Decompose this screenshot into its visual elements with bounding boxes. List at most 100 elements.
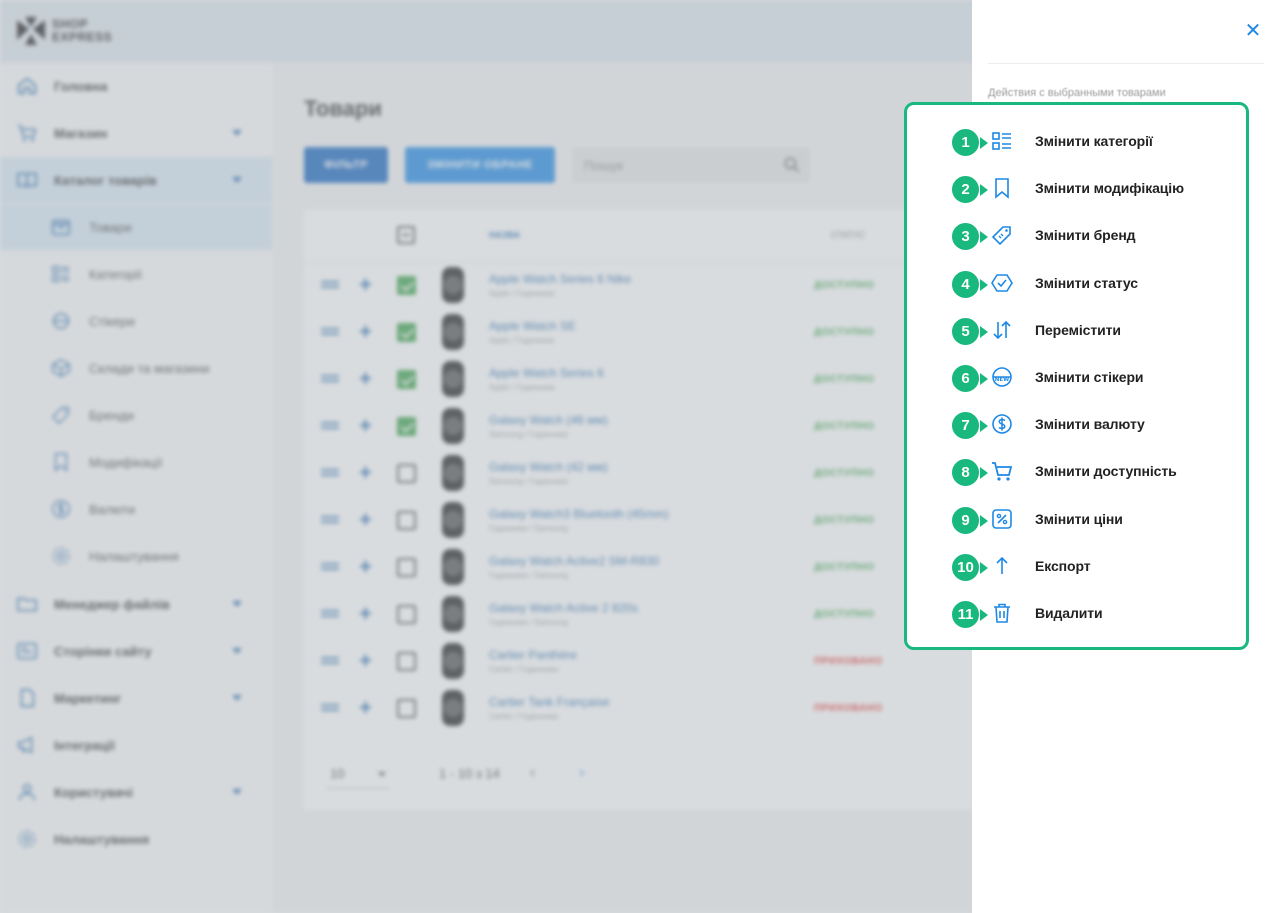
table-row[interactable]: + Cartier Tank Française Cartier / Годинни… bbox=[304, 685, 972, 732]
column-name[interactable]: НАЗВА bbox=[489, 230, 520, 240]
sidebar-item[interactable]: Сторінки сайту bbox=[0, 628, 272, 674]
search-input[interactable]: Пошук bbox=[572, 147, 810, 183]
product-name[interactable]: Galaxy Watch (46 мм) bbox=[489, 413, 608, 427]
change-selected-button[interactable]: ЗМІНИТИ ОБРАНЕ bbox=[405, 147, 555, 183]
table-row[interactable]: + Apple Watch Series 6 Nike Apple / Годинн… bbox=[304, 262, 972, 309]
row-checkbox[interactable] bbox=[397, 558, 416, 577]
action-item[interactable]: 11 Видалити bbox=[907, 589, 1252, 636]
action-label: Змінити доступність bbox=[1035, 463, 1177, 480]
product-name[interactable]: Galaxy Watch Active 2 820s bbox=[489, 601, 638, 615]
expand-plus-icon[interactable]: + bbox=[359, 462, 372, 484]
drag-handle-icon[interactable] bbox=[321, 375, 339, 377]
product-subtitle: Cartier / Годинники bbox=[489, 665, 559, 674]
sidebar-item[interactable]: Маркетинг bbox=[0, 675, 272, 721]
action-item[interactable]: 7 Змінити валюту bbox=[907, 400, 1252, 447]
sidebar-item[interactable]: Товари bbox=[0, 204, 272, 250]
product-name[interactable]: Galaxy Watch Active2 SM-R830 bbox=[489, 554, 659, 568]
drag-handle-icon[interactable] bbox=[321, 704, 339, 706]
action-label: Експорт bbox=[1035, 557, 1091, 574]
expand-plus-icon[interactable]: + bbox=[359, 509, 372, 531]
drag-handle-icon[interactable] bbox=[321, 328, 339, 330]
select-all-checkbox[interactable] bbox=[397, 226, 415, 244]
product-name[interactable]: Cartier Panthère bbox=[489, 648, 577, 662]
prev-page-button[interactable]: ‹ bbox=[530, 764, 535, 782]
chevron-down-icon[interactable] bbox=[232, 648, 242, 654]
drag-handle-icon[interactable] bbox=[321, 281, 339, 283]
table-row[interactable]: + Apple Watch Series 6 Apple / Годинники ДО… bbox=[304, 356, 972, 403]
dollar-circle-icon bbox=[992, 414, 1012, 434]
action-item[interactable]: 9 Змінити ціни bbox=[907, 495, 1252, 542]
chevron-down-icon[interactable] bbox=[232, 177, 242, 183]
product-name[interactable]: Apple Watch Series 6 Nike bbox=[489, 272, 631, 286]
sidebar-item[interactable]: Інтеграції bbox=[0, 722, 272, 768]
sidebar-item[interactable]: Каталог товарів bbox=[0, 157, 272, 203]
product-name[interactable]: Galaxy Watch (42 мм) bbox=[489, 460, 608, 474]
sidebar-item[interactable]: Бренди bbox=[0, 392, 272, 438]
row-checkbox[interactable] bbox=[397, 276, 416, 295]
expand-plus-icon[interactable]: + bbox=[359, 321, 372, 343]
table-row[interactable]: + Galaxy Watch (42 мм) Samsung / Годинники… bbox=[304, 450, 972, 497]
table-row[interactable]: + Cartier Panthère Cartier / Годинники ПРИХ… bbox=[304, 638, 972, 685]
sidebar-item[interactable]: Склади та магазини bbox=[0, 345, 272, 391]
action-item[interactable]: 4 Змінити статус bbox=[907, 259, 1252, 306]
chevron-down-icon[interactable] bbox=[232, 695, 242, 701]
action-item[interactable]: 3 Змінити бренд bbox=[907, 211, 1252, 258]
action-item[interactable]: 10 Експорт bbox=[907, 542, 1252, 589]
table-row[interactable]: + Galaxy Watch3 Bluetooth (45mm) Годинники… bbox=[304, 497, 972, 544]
row-checkbox[interactable] bbox=[397, 511, 416, 530]
sidebar-item[interactable]: Менеджер файлів bbox=[0, 581, 272, 627]
row-checkbox[interactable] bbox=[397, 370, 416, 389]
row-checkbox[interactable] bbox=[397, 417, 416, 436]
status-badge: ДОСТУПНО bbox=[814, 515, 875, 526]
product-name[interactable]: Apple Watch SE bbox=[489, 319, 576, 333]
logo[interactable]: SHOP EXPRESS bbox=[14, 14, 112, 48]
product-name[interactable]: Galaxy Watch3 Bluetooth (45mm) bbox=[489, 507, 669, 521]
table-row[interactable]: + Apple Watch SE Apple / Годинники ДОСТУПНО bbox=[304, 309, 972, 356]
sidebar-item[interactable]: Головна bbox=[0, 63, 272, 109]
table-row[interactable]: + Galaxy Watch Active2 SM-R830 Годинники /… bbox=[304, 544, 972, 591]
filter-button[interactable]: ФІЛЬТР bbox=[304, 147, 388, 183]
chevron-down-icon[interactable] bbox=[232, 601, 242, 607]
row-checkbox[interactable] bbox=[397, 323, 416, 342]
sidebar-item[interactable]: Стікери bbox=[0, 298, 272, 344]
sidebar-item[interactable]: Валюти bbox=[0, 486, 272, 532]
action-item[interactable]: 8 Змінити доступність bbox=[907, 447, 1252, 494]
expand-plus-icon[interactable]: + bbox=[359, 415, 372, 437]
sidebar-item[interactable]: Налаштування bbox=[0, 816, 272, 862]
expand-plus-icon[interactable]: + bbox=[359, 556, 372, 578]
expand-plus-icon[interactable]: + bbox=[359, 274, 372, 296]
chevron-down-icon[interactable] bbox=[232, 130, 242, 136]
drag-handle-icon[interactable] bbox=[321, 563, 339, 565]
sidebar-item[interactable]: Користувачі bbox=[0, 769, 272, 815]
sidebar-item[interactable]: Налаштування bbox=[0, 533, 272, 579]
drag-handle-icon[interactable] bbox=[321, 610, 339, 612]
drag-handle-icon[interactable] bbox=[321, 469, 339, 471]
row-checkbox[interactable] bbox=[397, 605, 416, 624]
table-row[interactable]: + Galaxy Watch Active 2 820s Годинники / S… bbox=[304, 591, 972, 638]
expand-plus-icon[interactable]: + bbox=[359, 603, 372, 625]
sidebar-item[interactable]: Модифікації bbox=[0, 439, 272, 485]
expand-plus-icon[interactable]: + bbox=[359, 650, 372, 672]
product-name[interactable]: Cartier Tank Française bbox=[489, 695, 610, 709]
drag-handle-icon[interactable] bbox=[321, 657, 339, 659]
drag-handle-icon[interactable] bbox=[321, 516, 339, 518]
action-item[interactable]: 6 NEW Змінити стікери bbox=[907, 353, 1252, 400]
product-subtitle: Cartier / Годинники bbox=[489, 712, 559, 721]
next-page-button[interactable]: › bbox=[579, 764, 584, 782]
table-row[interactable]: + Galaxy Watch (46 мм) Samsung / Годинники… bbox=[304, 403, 972, 450]
action-item[interactable]: 5 Перемістити bbox=[907, 306, 1252, 353]
drag-handle-icon[interactable] bbox=[321, 422, 339, 424]
product-name[interactable]: Apple Watch Series 6 bbox=[489, 366, 604, 380]
per-page-select[interactable]: 10 bbox=[330, 766, 344, 781]
action-item[interactable]: 2 Змінити модифікацію bbox=[907, 164, 1252, 211]
expand-plus-icon[interactable]: + bbox=[359, 697, 372, 719]
action-item[interactable]: 1 Змінити категорії bbox=[907, 117, 1252, 164]
close-icon[interactable]: ✕ bbox=[1244, 21, 1262, 41]
chevron-down-icon[interactable] bbox=[232, 789, 242, 795]
sidebar-item[interactable]: Магазин bbox=[0, 110, 272, 156]
sidebar-item[interactable]: Категорії bbox=[0, 251, 272, 297]
expand-plus-icon[interactable]: + bbox=[359, 368, 372, 390]
row-checkbox[interactable] bbox=[397, 464, 416, 483]
row-checkbox[interactable] bbox=[397, 699, 416, 718]
row-checkbox[interactable] bbox=[397, 652, 416, 671]
